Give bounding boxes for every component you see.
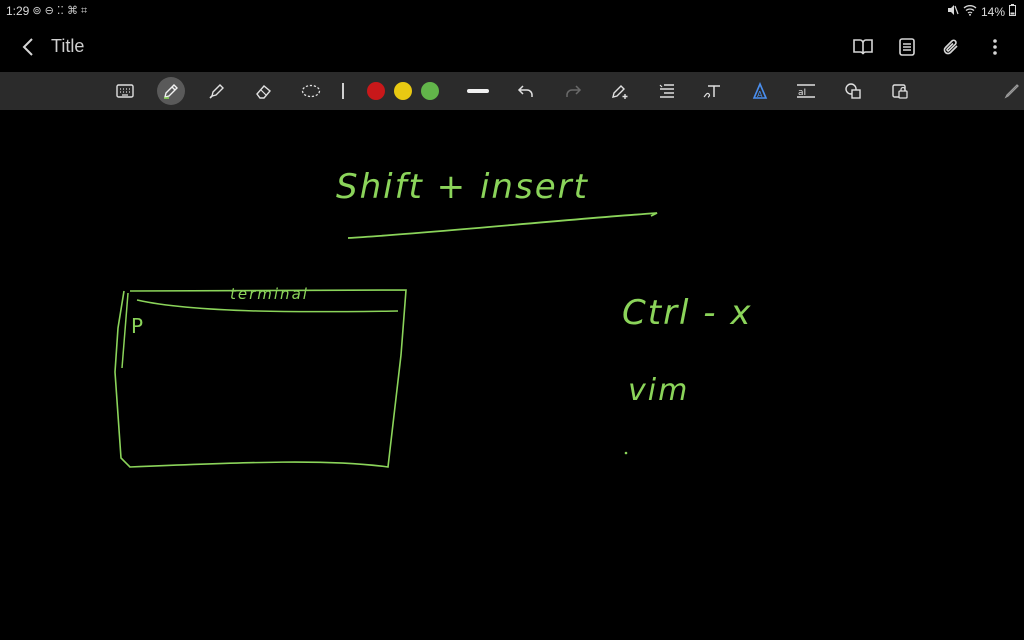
page-list-button[interactable]: [892, 34, 922, 60]
svg-text:aI: aI: [798, 88, 806, 98]
book-icon: [853, 39, 873, 55]
undo-icon: [517, 85, 533, 97]
shapes-icon: [845, 83, 861, 99]
color-yellow[interactable]: [394, 82, 412, 100]
text-box-tool[interactable]: aI: [792, 77, 820, 105]
stroke-width-icon: [467, 89, 489, 93]
paperclip-icon: [943, 39, 958, 55]
terminal-prompt-handwriting: P: [131, 314, 146, 338]
pen-settings-tool[interactable]: [606, 77, 634, 105]
document-list-icon: [899, 38, 915, 56]
handwriting-to-text-tool[interactable]: [699, 77, 727, 105]
page-title[interactable]: Title: [51, 36, 84, 57]
heading-handwriting: Shift + insert: [336, 167, 589, 207]
note-ctrl-x-handwriting: Ctrl - x: [622, 293, 753, 333]
highlighter-icon: [209, 84, 224, 99]
status-left: 1:29 ⊚ ⊖ ⁚⁚ ⌘ ⌗: [6, 4, 87, 18]
pen-mode-tool[interactable]: [998, 77, 1024, 105]
color-green[interactable]: [421, 82, 439, 100]
text-box-icon: aI: [797, 84, 815, 98]
terminal-window-outline: [114, 289, 407, 468]
back-button[interactable]: [14, 34, 42, 60]
color-red[interactable]: [367, 82, 385, 100]
svg-text:A: A: [757, 90, 763, 99]
title-actions: [848, 34, 1010, 60]
stroke-width-tool[interactable]: [464, 77, 492, 105]
more-options-button[interactable]: [980, 34, 1010, 60]
toolbar-divider: [342, 83, 344, 99]
keyboard-icon: [116, 84, 134, 98]
terminal-left-edge: [121, 292, 129, 369]
heading-underline: [347, 212, 658, 239]
keyboard-tool[interactable]: [111, 77, 139, 105]
lasso-icon: [301, 84, 321, 98]
note-vim-handwriting: vim: [628, 373, 690, 408]
chevron-left-icon: [22, 38, 33, 56]
shape-recognition-tool[interactable]: A: [746, 77, 774, 105]
text-align-tool[interactable]: [653, 77, 681, 105]
status-notification-icons: ⊚ ⊖ ⁚⁚ ⌘ ⌗: [32, 5, 88, 17]
pen-icon: [164, 84, 178, 99]
mute-icon: [947, 4, 959, 19]
redo-icon: [566, 85, 582, 97]
more-vertical-icon: [993, 39, 997, 55]
highlighter-tool[interactable]: [203, 77, 231, 105]
eraser-tool[interactable]: [250, 77, 278, 105]
lock-icon: [892, 84, 908, 99]
pen-tool[interactable]: [157, 77, 185, 105]
title-bar: Title: [0, 22, 1024, 72]
redo-button[interactable]: [559, 77, 587, 105]
wifi-icon: [963, 4, 977, 19]
attach-button[interactable]: [936, 34, 966, 60]
drawing-toolbar: A aI: [0, 72, 1024, 110]
status-right: 14%: [947, 4, 1016, 19]
text-align-icon: [659, 84, 674, 98]
lasso-tool[interactable]: [297, 77, 325, 105]
lock-tool[interactable]: [886, 77, 914, 105]
ink-dot: [624, 451, 628, 455]
undo-button[interactable]: [512, 77, 540, 105]
battery-icon: [1009, 4, 1016, 19]
shapes-tool[interactable]: [839, 77, 867, 105]
eraser-icon: [256, 85, 271, 99]
reading-mode-button[interactable]: [848, 34, 878, 60]
battery-percent: 14%: [980, 4, 1005, 19]
status-time: 1:29: [6, 4, 30, 18]
note-canvas[interactable]: Shift + insert terminal P Ctrl - x vim: [0, 110, 1024, 640]
stylus-icon: [1004, 84, 1019, 99]
shape-recognition-icon: A: [752, 82, 768, 99]
pen-add-icon: [612, 85, 628, 99]
status-bar: 1:29 ⊚ ⊖ ⁚⁚ ⌘ ⌗ 14%: [0, 0, 1024, 22]
terminal-title-handwriting: terminal: [230, 285, 309, 303]
handwriting-to-text-icon: [703, 85, 720, 98]
